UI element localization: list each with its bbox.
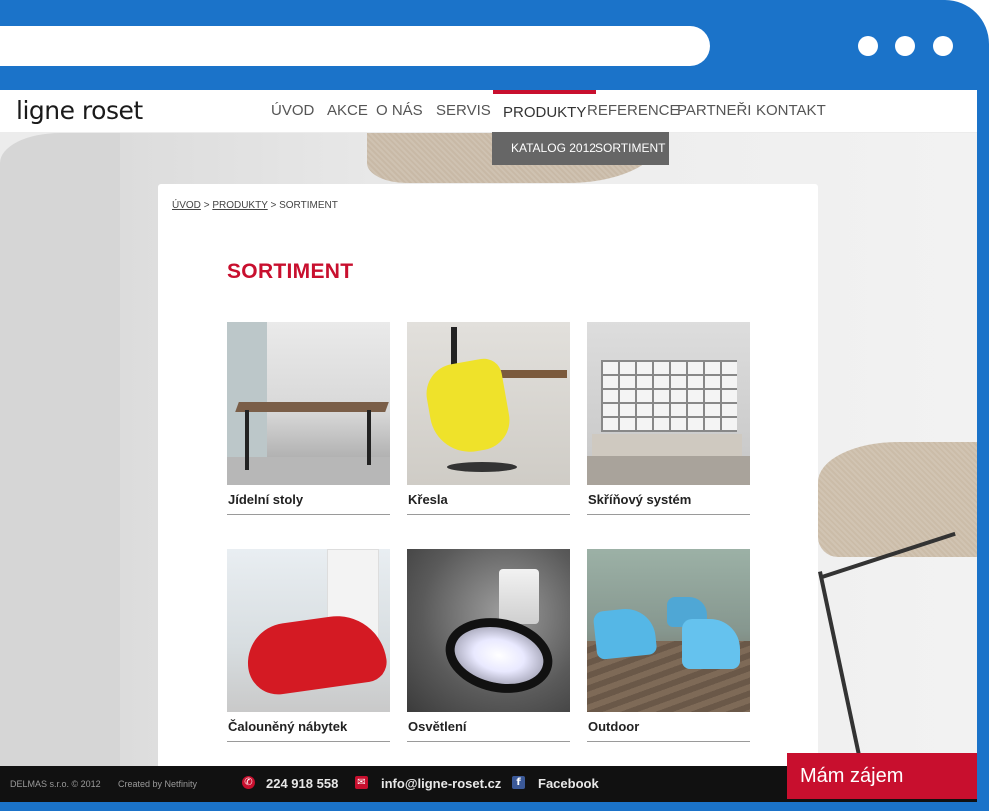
phone-icon: ✆: [242, 776, 255, 789]
page-viewport: ligne roset ÚVOD AKCE O NÁS SERVIS PRODU…: [0, 90, 977, 802]
breadcrumb-separator: >: [270, 200, 277, 211]
browser-frame: ligne roset ÚVOD AKCE O NÁS SERVIS PRODU…: [0, 0, 989, 811]
footer-credit[interactable]: Created by Netfinity: [118, 766, 197, 802]
upholstered-sofa-image[interactable]: [227, 549, 390, 712]
image-detail: [447, 462, 517, 472]
category-label[interactable]: Jídelní stoly: [227, 492, 390, 515]
category-tile-skrinovy-system[interactable]: Skříňový systém: [587, 322, 750, 515]
image-detail: [367, 410, 371, 465]
interest-button[interactable]: Mám zájem: [787, 753, 977, 799]
nav-item-uvod[interactable]: ÚVOD: [271, 90, 314, 132]
window-dot-icon[interactable]: [858, 36, 878, 56]
lighting-image[interactable]: [407, 549, 570, 712]
nav-item-partneri[interactable]: PARTNEŘI: [677, 90, 751, 132]
image-detail: [592, 434, 742, 456]
top-navigation: ligne roset ÚVOD AKCE O NÁS SERVIS PRODU…: [0, 90, 977, 132]
category-label[interactable]: Outdoor: [587, 719, 750, 742]
window-dot-icon[interactable]: [895, 36, 915, 56]
footer-phone[interactable]: 224 918 558: [266, 766, 338, 802]
page-title: SORTIMENT: [227, 260, 354, 283]
category-tile-outdoor[interactable]: Outdoor: [587, 549, 750, 742]
background-chair-image: [818, 442, 977, 557]
mail-icon: ✉: [355, 776, 368, 789]
content-card: ÚVOD > PRODUKTY > SORTIMENT SORTIMENT Jí…: [158, 184, 818, 802]
footer-facebook[interactable]: Facebook: [538, 766, 599, 802]
shelving-system-image[interactable]: [587, 322, 750, 485]
armchair-image[interactable]: [407, 322, 570, 485]
category-tile-jidelni-stoly[interactable]: Jídelní stoly: [227, 322, 390, 515]
address-bar[interactable]: [0, 26, 710, 66]
category-tile-kresla[interactable]: Křesla: [407, 322, 570, 515]
subnav-item-katalog[interactable]: KATALOG 2012: [511, 132, 596, 165]
image-detail: [587, 456, 750, 485]
window-dot-icon[interactable]: [933, 36, 953, 56]
image-detail: [682, 619, 740, 669]
image-detail: [227, 457, 390, 485]
image-detail: [592, 605, 658, 661]
category-label[interactable]: Skříňový systém: [587, 492, 750, 515]
image-detail: [245, 410, 249, 470]
breadcrumb-link-uvod[interactable]: ÚVOD: [172, 200, 201, 211]
category-tile-osvetleni[interactable]: Osvětlení: [407, 549, 570, 742]
image-detail: [235, 402, 389, 412]
image-detail: [438, 608, 560, 703]
footer-company: DELMAS s.r.o. © 2012: [10, 779, 101, 789]
nav-item-akce[interactable]: AKCE: [327, 90, 368, 132]
nav-item-kontakt[interactable]: KONTAKT: [756, 90, 826, 132]
nav-item-reference[interactable]: REFERENCE: [587, 90, 680, 132]
category-tile-calouneny-nabytek[interactable]: Čalouněný nábytek: [227, 549, 390, 742]
image-detail: [451, 327, 457, 367]
outdoor-chairs-image[interactable]: [587, 549, 750, 712]
dining-table-image[interactable]: [227, 322, 390, 485]
breadcrumb-link-produkty[interactable]: PRODUKTY: [212, 200, 267, 211]
submenu: KATALOG 2012 SORTIMENT: [492, 132, 669, 165]
subnav-item-sortiment[interactable]: SORTIMENT: [595, 132, 665, 165]
image-detail: [421, 355, 515, 459]
category-label[interactable]: Čalouněný nábytek: [227, 719, 390, 742]
breadcrumb-separator: >: [203, 200, 210, 211]
brand-logo[interactable]: ligne roset: [16, 96, 143, 125]
image-detail: [601, 360, 737, 432]
facebook-icon: f: [512, 776, 525, 789]
breadcrumb-current: SORTIMENT: [279, 200, 338, 211]
footer-email[interactable]: info@ligne-roset.cz: [381, 766, 501, 802]
category-label[interactable]: Křesla: [407, 492, 570, 515]
nav-item-servis[interactable]: SERVIS: [436, 90, 491, 132]
breadcrumb: ÚVOD > PRODUKTY > SORTIMENT: [172, 200, 338, 211]
nav-item-produkty[interactable]: PRODUKTY: [493, 90, 597, 136]
image-detail: [499, 569, 539, 624]
nav-item-o-nas[interactable]: O NÁS: [376, 90, 423, 132]
category-label[interactable]: Osvětlení: [407, 719, 570, 742]
